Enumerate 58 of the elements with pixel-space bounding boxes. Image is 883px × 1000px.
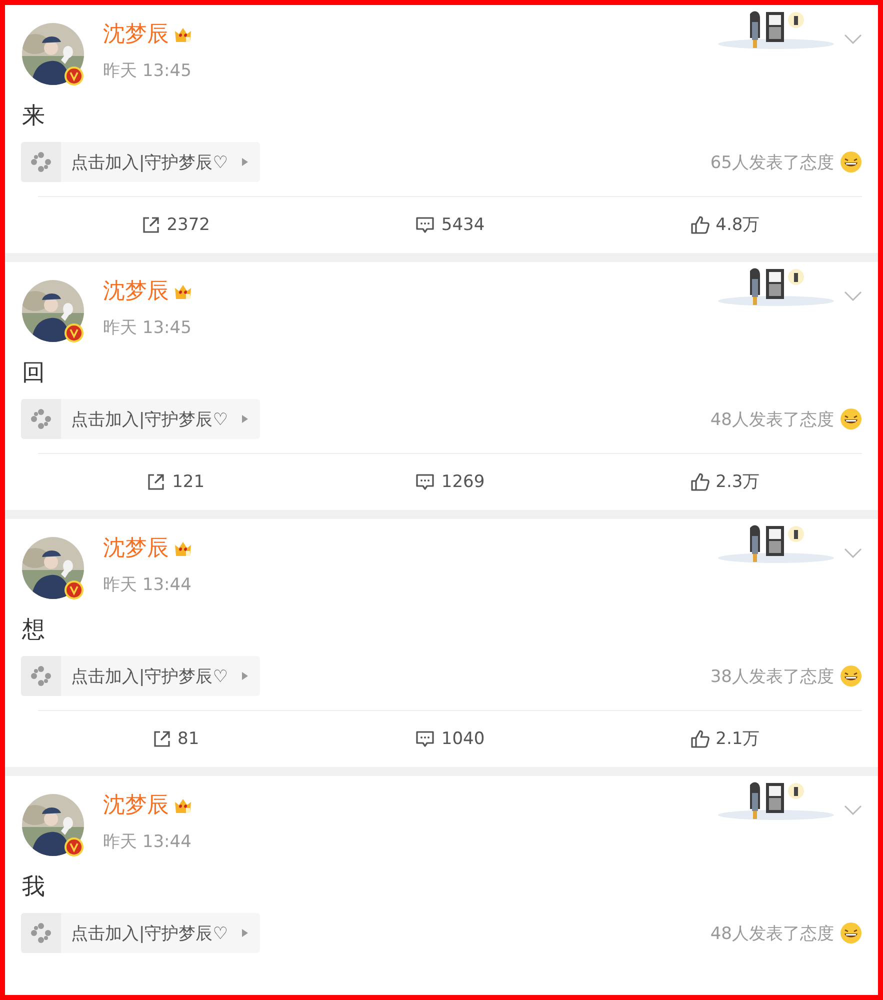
laughing-face-icon [840,665,862,687]
chevron-down-icon[interactable] [844,34,862,44]
repost-button[interactable]: 2372 [38,197,313,253]
comment-icon [415,215,436,235]
verified-badge-icon [64,837,84,857]
comment-icon [415,472,436,492]
topic-text: 点击加入|守护梦辰♡ [71,666,228,688]
post-time: 昨天 13:44 [103,831,192,853]
repost-icon [146,472,166,492]
chevron-down-icon[interactable] [844,291,862,301]
repost-icon [152,729,172,749]
repost-button[interactable]: 121 [38,454,313,510]
flower-icon [21,656,61,696]
laughing-face-icon [840,408,862,430]
caret-right-icon [242,929,248,937]
comment-icon [415,729,436,749]
post-time: 昨天 13:45 [103,60,192,82]
comment-button[interactable]: 1269 [312,454,588,510]
like-button[interactable]: 2.3万 [587,454,862,510]
topic-bar[interactable]: 点击加入|守护梦辰♡ [21,913,260,953]
post-time: 昨天 13:45 [103,317,192,339]
repost-button[interactable]: 81 [38,711,313,767]
topic-text: 点击加入|守护梦辰♡ [71,408,228,430]
laughing-face-icon [840,922,862,944]
topic-bar[interactable]: 点击加入|守护梦辰♡ [21,656,260,696]
crown-icon [173,26,193,44]
topic-bar[interactable]: 点击加入|守护梦辰♡ [21,399,260,439]
chevron-down-icon[interactable] [844,548,862,558]
verified-badge-icon [64,66,84,86]
flower-icon [21,399,61,439]
topic-bar[interactable]: 点击加入|守护梦辰♡ [21,142,260,182]
post-text: 回 [22,359,46,387]
crown-icon [173,540,193,558]
post-text: 我 [22,873,46,901]
crown-icon [173,797,193,815]
caret-right-icon [242,672,248,680]
flower-icon [21,913,61,953]
comment-button[interactable]: 5434 [312,197,588,253]
caret-right-icon [242,158,248,166]
like-button[interactable]: 4.8万 [587,197,862,253]
thumbs-up-icon [690,215,710,235]
topic-text: 点击加入|守护梦辰♡ [71,152,228,174]
verified-badge-icon [64,580,84,600]
thumbs-up-icon [690,729,710,749]
thumbs-up-icon [690,472,710,492]
like-button[interactable]: 2.1万 [587,711,862,767]
topic-text: 点击加入|守护梦辰♡ [71,922,228,944]
crown-icon [173,283,193,301]
flower-icon [21,142,61,182]
chevron-down-icon[interactable] [844,805,862,815]
post-text: 来 [22,102,46,130]
post-time: 昨天 13:44 [103,574,192,596]
comment-button[interactable]: 1040 [312,711,588,767]
verified-badge-icon [64,323,84,343]
laughing-face-icon [840,151,862,173]
post-text: 想 [22,616,46,644]
caret-right-icon [242,415,248,423]
repost-icon [140,215,161,235]
